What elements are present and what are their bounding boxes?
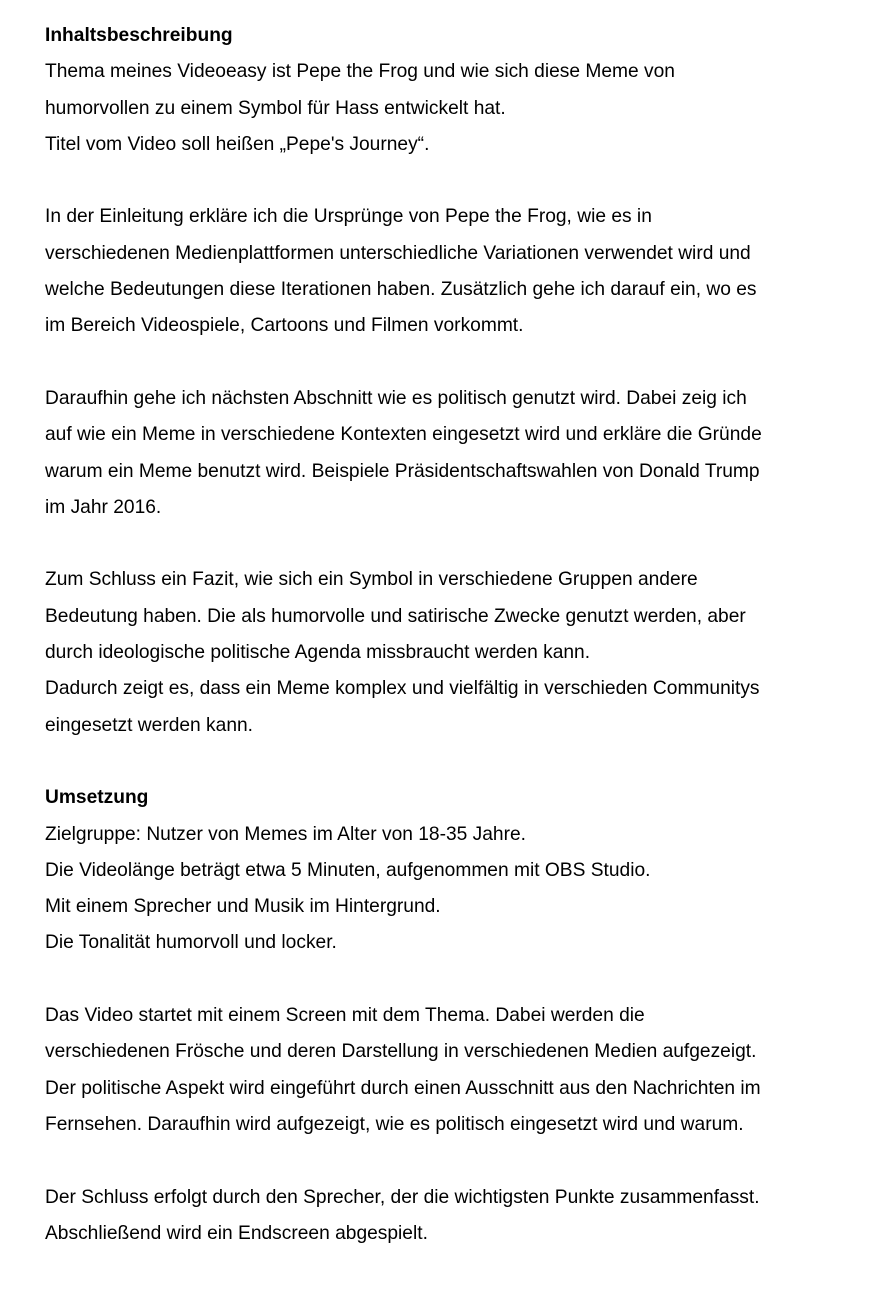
text-line: im Jahr 2016. <box>45 496 162 518</box>
paragraph: Zum Schluss ein Fazit, wie sich ein Symb… <box>45 562 865 743</box>
text-line: eingesetzt werden kann. <box>45 714 253 736</box>
text-line: warum ein Meme benutzt wird. Beispiele P… <box>45 460 760 482</box>
text-line: In der Einleitung erkläre ich die Ursprü… <box>45 206 652 228</box>
text-line: durch ideologische politische Agenda mis… <box>45 642 591 664</box>
document-page: Inhaltsbeschreibung Thema meines Videoea… <box>45 18 865 1252</box>
text-line: Der politische Aspekt wird eingeführt du… <box>45 1077 761 1099</box>
paragraph: Daraufhin gehe ich nächsten Abschnitt wi… <box>45 381 865 526</box>
text-line: verschiedenen Frösche und deren Darstell… <box>45 1041 757 1063</box>
text-line: Abschließend wird ein Endscreen abgespie… <box>45 1222 428 1244</box>
text-line: Fernsehen. Daraufhin wird aufgezeigt, wi… <box>45 1113 744 1135</box>
text-line: Titel vom Video soll heißen „Pepe's Jour… <box>45 133 430 155</box>
paragraph: Das Video startet mit einem Screen mit d… <box>45 998 865 1143</box>
paragraph: Zielgruppe: Nutzer von Memes im Alter vo… <box>45 817 865 962</box>
paragraph: Der Schluss erfolgt durch den Sprecher, … <box>45 1180 865 1253</box>
text-line: Das Video startet mit einem Screen mit d… <box>45 1005 645 1027</box>
text-line: Daraufhin gehe ich nächsten Abschnitt wi… <box>45 387 747 409</box>
text-line: im Bereich Videospiele, Cartoons und Fil… <box>45 315 524 337</box>
paragraph: Thema meines Videoeasy ist Pepe the Frog… <box>45 54 865 163</box>
text-line: Zielgruppe: Nutzer von Memes im Alter vo… <box>45 823 526 845</box>
text-line: verschiedenen Medienplattformen untersch… <box>45 242 751 264</box>
section-heading-inhaltsbeschreibung: Inhaltsbeschreibung <box>45 25 233 46</box>
text-line: Dadurch zeigt es, dass ein Meme komplex … <box>45 678 760 700</box>
text-line: welche Bedeutungen diese Iterationen hab… <box>45 279 757 301</box>
text-line: Zum Schluss ein Fazit, wie sich ein Symb… <box>45 569 698 591</box>
text-line: Der Schluss erfolgt durch den Sprecher, … <box>45 1186 760 1208</box>
paragraph: In der Einleitung erkläre ich die Ursprü… <box>45 199 865 344</box>
text-line: Die Tonalität humorvoll und locker. <box>45 932 337 954</box>
text-line: Thema meines Videoeasy ist Pepe the Frog… <box>45 61 675 83</box>
text-line: humorvollen zu einem Symbol für Hass ent… <box>45 97 506 119</box>
section-heading-umsetzung: Umsetzung <box>45 787 149 809</box>
text-line: Bedeutung haben. Die als humorvolle und … <box>45 605 746 627</box>
text-line: Die Videolänge beträgt etwa 5 Minuten, a… <box>45 859 651 881</box>
text-line: auf wie ein Meme in verschiedene Kontext… <box>45 424 762 446</box>
text-line: Mit einem Sprecher und Musik im Hintergr… <box>45 896 441 918</box>
